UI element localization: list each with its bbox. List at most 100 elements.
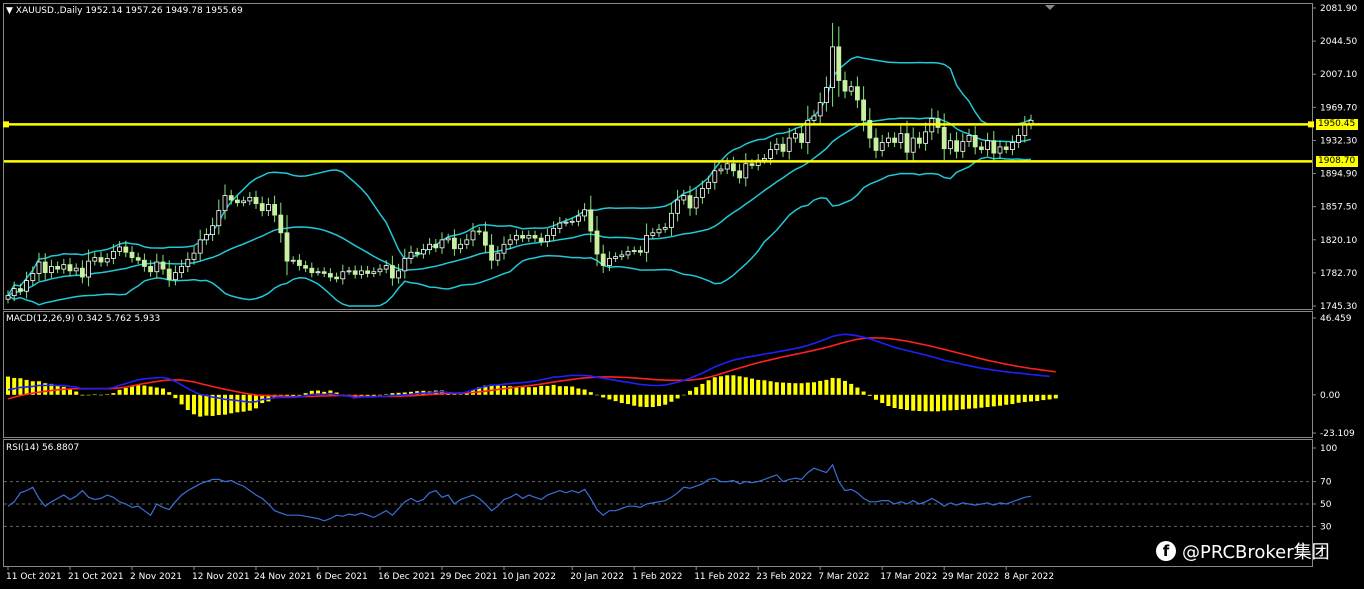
candle-body <box>377 268 383 273</box>
macd-histogram-bar <box>452 394 457 395</box>
candle-body <box>879 142 885 151</box>
candle-body <box>780 143 786 152</box>
macd-panel[interactable] <box>3 311 1313 438</box>
macd-histogram-bar <box>644 394 649 408</box>
candle-body <box>532 235 538 239</box>
candle-body <box>315 271 321 274</box>
candle-body <box>495 252 501 261</box>
date-axis-label: 6 Dec 2021 <box>316 572 368 582</box>
macd-histogram-bar <box>588 392 593 395</box>
macd-histogram-bar <box>787 382 792 395</box>
candle-body <box>154 261 160 273</box>
trading-chart[interactable]: 2081.90 2044.50 2007.10 1969.70 1932.30 1894.… <box>0 0 1364 589</box>
candle-body <box>371 271 377 274</box>
macd-histogram-bar <box>805 382 810 395</box>
macd-histogram-bar <box>514 386 519 395</box>
macd-histogram-bar <box>297 394 302 396</box>
macd-histogram-bar <box>905 394 909 411</box>
candle-body <box>731 163 736 172</box>
macd-histogram-bar <box>743 377 748 395</box>
candle-body <box>762 158 767 161</box>
macd-histogram-bar <box>570 386 575 395</box>
candle-body <box>712 170 718 183</box>
macd-histogram-bar <box>533 387 537 395</box>
candle-body <box>520 235 525 239</box>
macd-histogram-bar <box>836 378 841 395</box>
candle-body <box>389 265 395 279</box>
candle-body <box>303 265 309 269</box>
candle-body <box>848 86 854 92</box>
candle-body <box>972 134 978 148</box>
macd-histogram-bar <box>812 382 816 395</box>
candle-body <box>619 254 625 258</box>
macd-histogram-bar <box>774 382 779 395</box>
candle-body <box>576 215 581 222</box>
macd-panel-header: MACD(12,26,9) 0.342 5.762 5.933 <box>6 314 161 324</box>
date-axis-label: 8 Apr 2022 <box>1004 572 1054 582</box>
macd-histogram-bar <box>762 380 767 395</box>
candle-body <box>352 270 358 275</box>
rsi-panel[interactable] <box>3 439 1313 567</box>
candle-body <box>11 288 17 297</box>
macd-histogram-bar <box>1035 394 1040 402</box>
candle-body <box>507 239 513 245</box>
candle-body <box>278 214 284 234</box>
candle-body <box>321 271 327 274</box>
dropdown-triangle-icon[interactable]: ▼ <box>6 6 13 16</box>
macd-histogram-bar <box>880 394 885 404</box>
date-axis-label: 11 Oct 2021 <box>6 572 62 582</box>
candle-body <box>855 86 860 101</box>
macd-histogram-bar <box>936 394 940 412</box>
watermark: f @PRCBroker集团 <box>1156 538 1330 564</box>
macd-histogram-bar <box>855 387 860 395</box>
macd-histogram-bar <box>80 394 85 396</box>
macd-histogram-bar <box>849 383 854 395</box>
candle-body <box>482 231 488 246</box>
chart-shift-marker[interactable] <box>1045 5 1055 10</box>
candle-body <box>358 270 364 275</box>
candle-body <box>234 199 240 204</box>
candle-body <box>191 252 197 260</box>
date-axis-label: 2 Nov 2021 <box>130 572 182 582</box>
level-marker-left <box>3 121 9 128</box>
candle-body <box>451 237 457 250</box>
macd-histogram-bar <box>638 394 643 407</box>
macd-histogram-bar <box>86 394 91 396</box>
macd-histogram-bar <box>867 394 872 396</box>
price-panel-header: ▼ XAUUSD.,Daily 1952.14 1957.26 1949.78 … <box>6 6 243 16</box>
macd-histogram-bar <box>384 394 389 395</box>
macd-histogram-bar <box>843 380 847 395</box>
candle-body <box>917 137 922 144</box>
price-panel[interactable] <box>3 3 1313 310</box>
candle-body <box>718 168 724 172</box>
candle-body <box>886 137 891 143</box>
candle-body <box>160 261 166 270</box>
rsi-axis-label: 30 <box>1320 522 1332 532</box>
macd-histogram-bar <box>967 394 971 409</box>
candle-body <box>724 163 730 170</box>
candle-body <box>594 230 600 255</box>
candle-body <box>92 257 98 262</box>
candle-body <box>687 195 693 209</box>
candle-body <box>749 163 755 166</box>
candle-body <box>80 267 85 278</box>
macd-histogram-bar <box>192 394 196 415</box>
candle-body <box>309 267 315 274</box>
candle-body <box>210 225 216 235</box>
macd-histogram-bar <box>650 394 655 408</box>
date-axis-label: 10 Jan 2022 <box>502 572 556 582</box>
macd-histogram-bar <box>979 394 984 408</box>
macd-histogram-bar <box>185 394 190 411</box>
macd-histogram-bar <box>675 394 680 399</box>
candle-body <box>786 137 792 152</box>
macd-histogram-bar <box>390 393 395 395</box>
macd-histogram-bar <box>557 386 562 395</box>
macd-axis-label: 46.459 <box>1320 314 1352 324</box>
macd-histogram-bar <box>167 392 172 395</box>
macd-histogram-bar <box>619 394 624 404</box>
candle-body <box>86 260 91 278</box>
candle-body <box>706 181 711 189</box>
rsi-axis-label: 50 <box>1320 500 1332 510</box>
macd-histogram-bar <box>781 382 785 395</box>
candle-body <box>551 227 556 236</box>
